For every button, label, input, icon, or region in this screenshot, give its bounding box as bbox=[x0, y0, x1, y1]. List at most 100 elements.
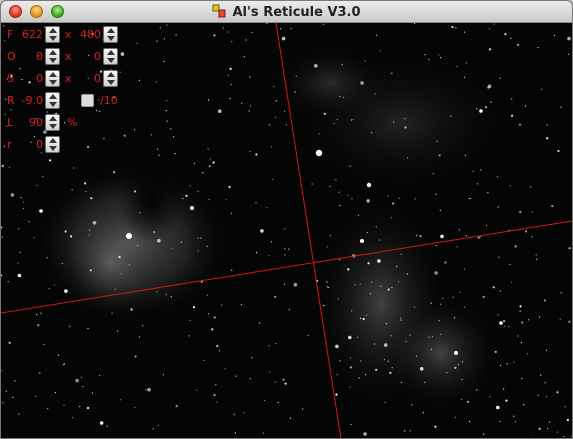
star bbox=[452, 296, 454, 298]
o-x-stepper[interactable] bbox=[103, 48, 118, 65]
star bbox=[424, 54, 426, 56]
star bbox=[243, 56, 245, 58]
row-f: F 622 x 480 bbox=[7, 26, 137, 44]
star bbox=[391, 367, 393, 369]
star bbox=[120, 399, 122, 401]
star bbox=[284, 248, 286, 250]
star bbox=[197, 250, 199, 252]
star bbox=[511, 114, 514, 117]
star bbox=[513, 415, 515, 417]
s-value[interactable]: 0 bbox=[19, 72, 43, 85]
star bbox=[506, 363, 508, 365]
star bbox=[270, 241, 272, 243]
star bbox=[92, 221, 97, 225]
star bbox=[137, 244, 139, 246]
star bbox=[347, 194, 349, 196]
star bbox=[464, 154, 467, 156]
star bbox=[284, 228, 286, 230]
s-stepper[interactable] bbox=[45, 70, 60, 87]
star bbox=[274, 381, 276, 383]
star bbox=[245, 39, 247, 41]
star bbox=[514, 245, 517, 248]
star bbox=[505, 399, 508, 402]
star bbox=[139, 212, 141, 214]
star bbox=[268, 345, 270, 347]
r2-value[interactable]: 0 bbox=[19, 138, 43, 151]
star bbox=[18, 228, 20, 230]
r-value[interactable]: -9.0 bbox=[19, 94, 43, 107]
star bbox=[1, 274, 3, 277]
star bbox=[259, 322, 261, 324]
star bbox=[208, 165, 211, 168]
star bbox=[1, 164, 4, 167]
star bbox=[290, 27, 292, 30]
r-stepper[interactable] bbox=[45, 92, 60, 109]
star bbox=[22, 207, 24, 210]
star bbox=[399, 317, 402, 319]
r-divide-checkbox[interactable] bbox=[81, 94, 94, 107]
star bbox=[185, 194, 188, 197]
star bbox=[517, 43, 520, 46]
f-value[interactable]: 622 bbox=[19, 28, 43, 41]
star bbox=[329, 234, 332, 237]
o-stepper[interactable] bbox=[45, 48, 60, 65]
s-x-stepper[interactable] bbox=[103, 70, 118, 87]
star bbox=[557, 149, 560, 153]
star bbox=[12, 396, 14, 398]
f-x-value[interactable]: 480 bbox=[77, 28, 101, 41]
star bbox=[357, 214, 360, 216]
l-stepper[interactable] bbox=[45, 114, 60, 131]
star bbox=[527, 353, 529, 355]
star bbox=[434, 425, 437, 428]
star bbox=[476, 183, 478, 185]
star bbox=[424, 381, 426, 383]
star bbox=[189, 319, 191, 321]
star bbox=[357, 336, 359, 338]
star bbox=[111, 312, 113, 314]
star bbox=[224, 368, 226, 370]
star bbox=[419, 367, 424, 371]
star bbox=[352, 118, 354, 120]
title-bar[interactable]: Al's Reticule V3.0 bbox=[1, 1, 572, 23]
f-x-stepper[interactable] bbox=[103, 26, 118, 43]
star bbox=[274, 295, 277, 298]
f-stepper[interactable] bbox=[45, 26, 60, 43]
star bbox=[564, 406, 566, 408]
r-div-label: /10 bbox=[100, 94, 118, 107]
star bbox=[358, 377, 360, 379]
star bbox=[228, 185, 231, 189]
star bbox=[180, 241, 182, 243]
star bbox=[46, 257, 48, 259]
star bbox=[170, 128, 172, 130]
star bbox=[559, 318, 561, 320]
star bbox=[293, 282, 298, 287]
star bbox=[91, 392, 94, 394]
star bbox=[202, 172, 204, 174]
star bbox=[231, 41, 233, 43]
s-x-value[interactable]: 0 bbox=[77, 72, 101, 85]
star bbox=[435, 244, 437, 246]
star bbox=[524, 230, 528, 233]
window-title: Al's Reticule V3.0 bbox=[232, 5, 361, 20]
star bbox=[339, 259, 341, 261]
l-value[interactable]: 90 bbox=[19, 116, 43, 129]
o-value[interactable]: 0 bbox=[19, 50, 43, 63]
star bbox=[71, 417, 74, 419]
star bbox=[453, 317, 455, 319]
star bbox=[556, 391, 559, 394]
star bbox=[360, 317, 362, 319]
star bbox=[188, 335, 190, 337]
star bbox=[530, 186, 532, 188]
star bbox=[459, 291, 461, 293]
star bbox=[376, 34, 378, 37]
row-l: L 90 % bbox=[7, 114, 137, 132]
star bbox=[166, 99, 168, 102]
star bbox=[349, 165, 351, 167]
r2-stepper[interactable] bbox=[45, 136, 60, 153]
star bbox=[387, 288, 390, 291]
o-x-value[interactable]: 0 bbox=[77, 50, 101, 63]
star bbox=[404, 118, 406, 120]
star bbox=[384, 401, 386, 403]
star bbox=[19, 251, 21, 253]
star bbox=[174, 153, 176, 155]
